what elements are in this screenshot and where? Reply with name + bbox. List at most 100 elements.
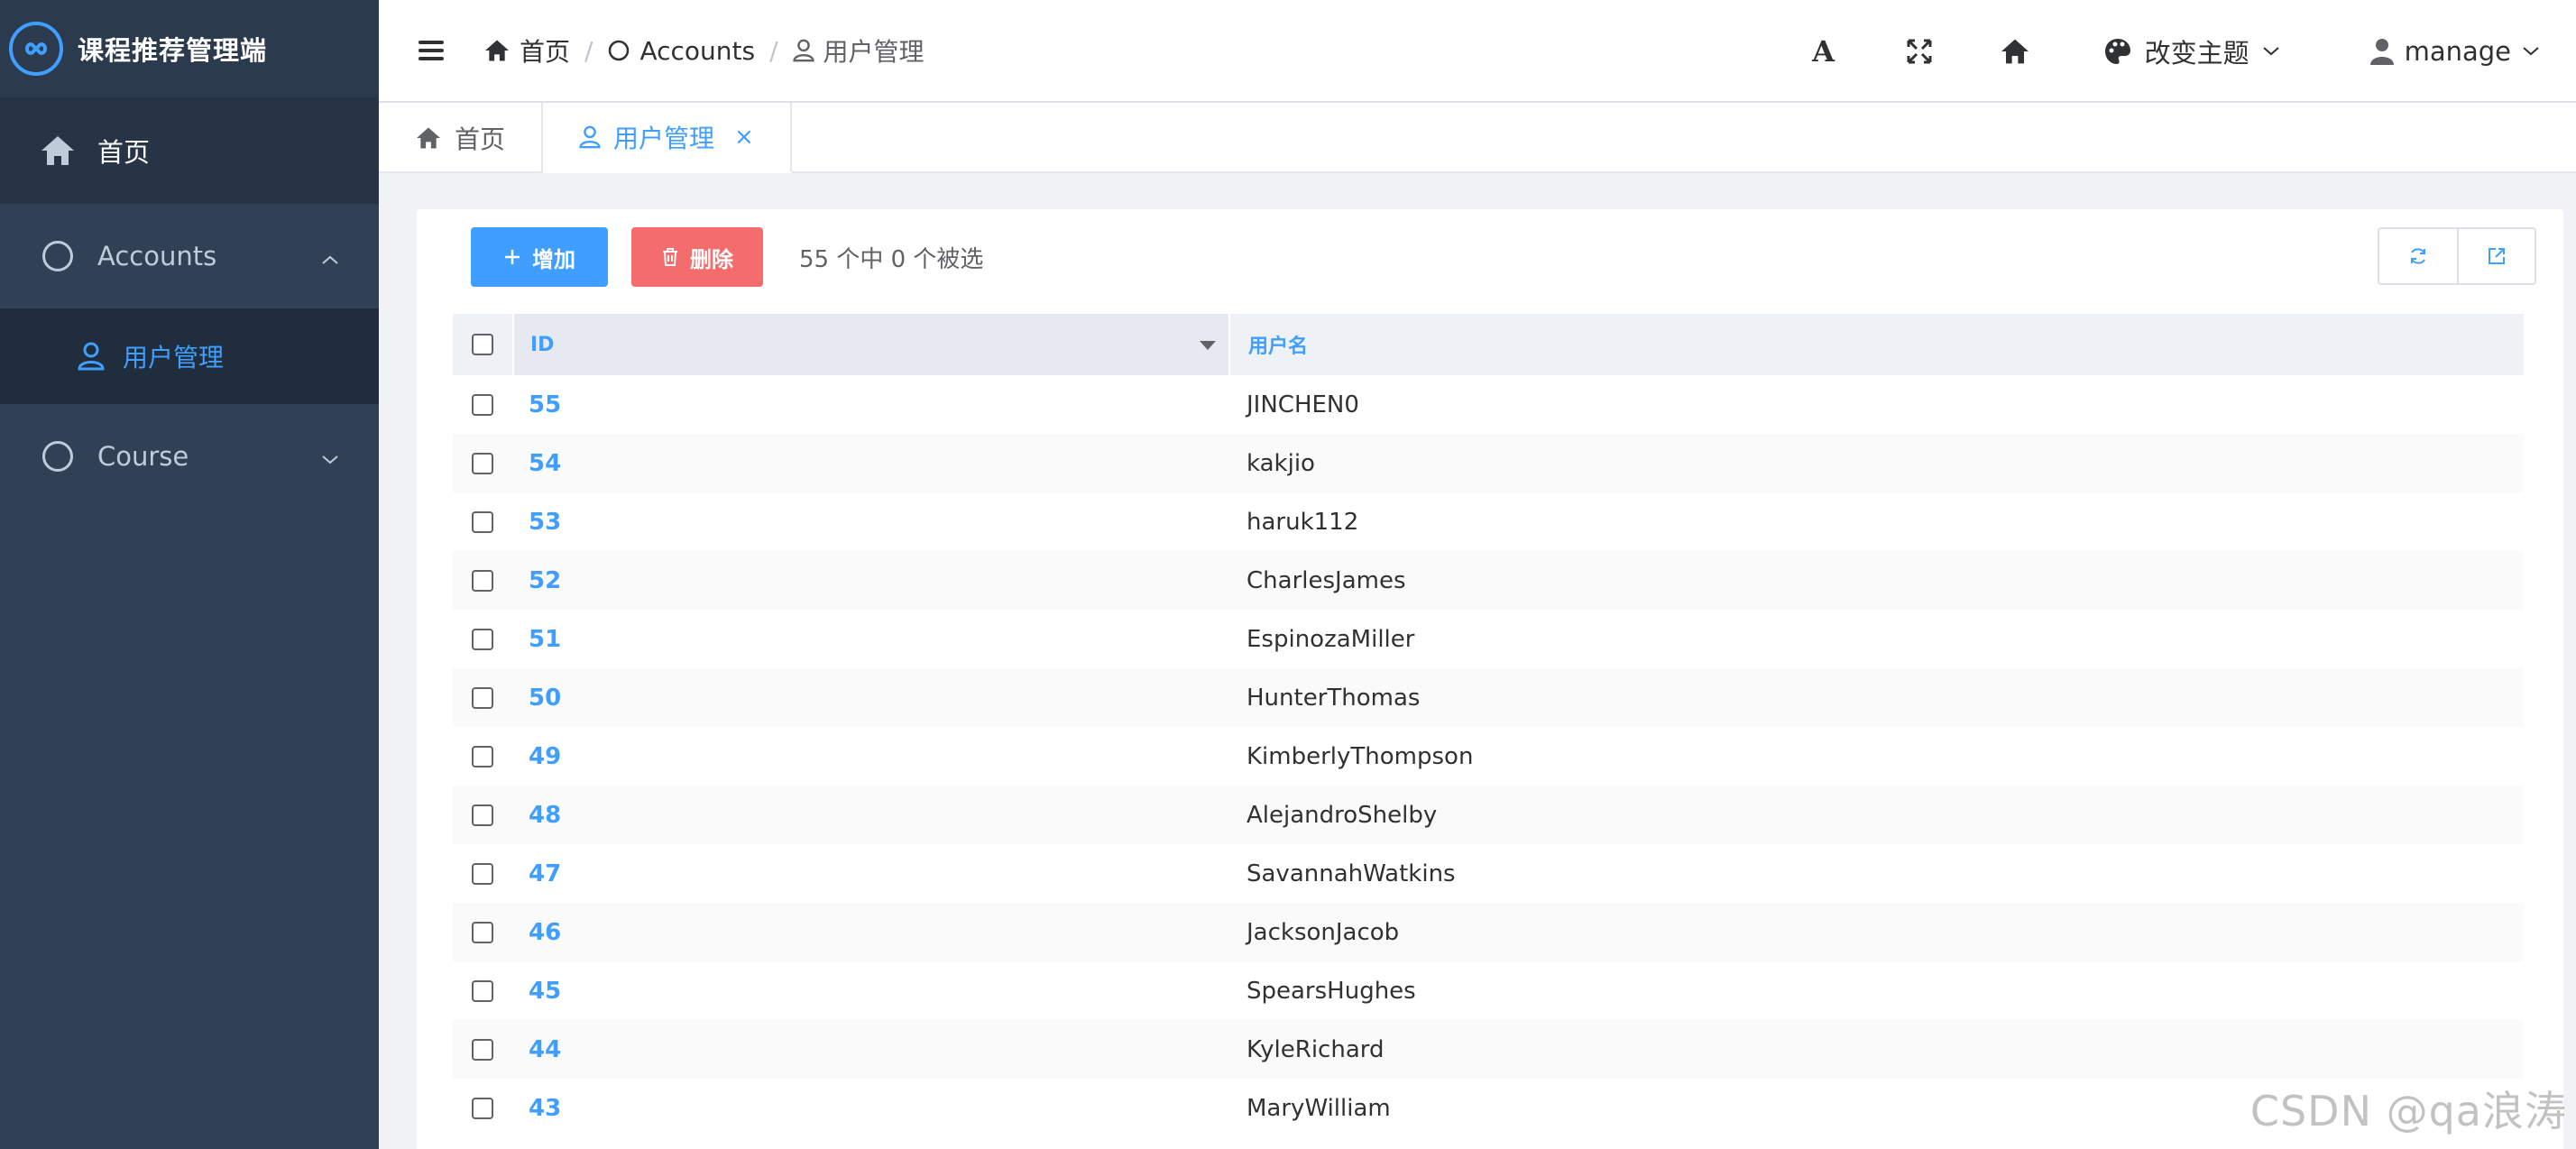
cell-username: haruk112 xyxy=(1247,508,1359,536)
sidebar-item-label: 用户管理 xyxy=(123,343,225,372)
cell-id[interactable]: 55 xyxy=(512,391,1230,418)
row-checkbox[interactable] xyxy=(453,921,512,943)
cell-id[interactable]: 46 xyxy=(512,919,1230,946)
column-header-username[interactable]: 用户名 xyxy=(1230,330,1308,359)
tab-home[interactable]: 首页 xyxy=(379,103,544,173)
sidebar-item-user-management[interactable]: 用户管理 xyxy=(0,308,379,404)
circle-icon xyxy=(40,238,76,274)
cell-id[interactable]: 50 xyxy=(512,685,1230,712)
home-icon xyxy=(485,40,509,61)
row-checkbox[interactable] xyxy=(453,1097,512,1119)
cell-username: MaryWilliam xyxy=(1247,1094,1391,1122)
cell-id[interactable]: 49 xyxy=(512,743,1230,770)
sidebar-item-home[interactable]: 首页 xyxy=(0,97,379,204)
sidebar-item-label: Accounts xyxy=(97,241,217,271)
cell-username: JacksonJacob xyxy=(1247,918,1400,946)
trash-icon xyxy=(663,248,677,266)
circle-icon xyxy=(40,438,76,474)
cell-id[interactable]: 52 xyxy=(512,567,1230,594)
cell-id[interactable]: 45 xyxy=(512,978,1230,1005)
row-checkbox[interactable] xyxy=(453,1038,512,1061)
table-row[interactable]: 45 SpearsHughes xyxy=(453,961,2524,1020)
refresh-button[interactable] xyxy=(2379,229,2457,283)
delete-button[interactable]: 删除 xyxy=(631,227,763,287)
table-row[interactable]: 51 EspinozaMiller xyxy=(453,610,2524,668)
tab-user-management[interactable]: 用户管理 × xyxy=(543,103,792,173)
theme-switch-dropdown[interactable]: 改变主题 xyxy=(2103,32,2280,70)
tab-label: 首页 xyxy=(455,124,506,154)
user-dropdown[interactable]: manage xyxy=(2369,36,2540,67)
cell-id[interactable]: 51 xyxy=(512,626,1230,653)
table-row[interactable]: 44 KyleRichard xyxy=(453,1020,2524,1079)
home-icon xyxy=(417,127,440,149)
table-row[interactable]: 53 haruk112 xyxy=(453,492,2524,551)
cell-username: EspinozaMiller xyxy=(1247,625,1415,653)
cell-id[interactable]: 48 xyxy=(512,802,1230,829)
chevron-down-icon xyxy=(2523,47,2539,56)
table-toolbar: 增加 删除 55 个中 0 个被选 xyxy=(471,227,2536,287)
row-checkbox[interactable] xyxy=(453,686,512,709)
sidebar-item-course[interactable]: Course xyxy=(0,404,379,509)
row-checkbox[interactable] xyxy=(453,393,512,416)
row-checkbox[interactable] xyxy=(453,862,512,885)
font-size-icon[interactable]: A xyxy=(1799,26,1849,77)
sort-desc-icon xyxy=(1200,341,1216,350)
home-icon[interactable] xyxy=(1990,26,2040,77)
cell-username: HunterThomas xyxy=(1247,684,1421,712)
table-row[interactable]: 48 AlejandroShelby xyxy=(453,786,2524,844)
column-header-id[interactable]: ID xyxy=(512,314,1230,375)
cell-id[interactable]: 54 xyxy=(512,450,1230,477)
row-checkbox[interactable] xyxy=(453,745,512,768)
selection-info: 55 个中 0 个被选 xyxy=(799,245,984,273)
content-card: 增加 删除 55 个中 0 个被选 ID 用户名 55 JINCHEN0 54 kak… xyxy=(417,209,2563,1149)
cell-username: CharlesJames xyxy=(1247,566,1406,594)
logo-area: 课程推荐管理端 xyxy=(0,0,379,97)
row-checkbox[interactable] xyxy=(453,804,512,826)
fullscreen-icon[interactable] xyxy=(1894,26,1945,77)
cell-id[interactable]: 44 xyxy=(512,1036,1230,1063)
sidebar-item-accounts[interactable]: Accounts xyxy=(0,204,379,308)
cell-id[interactable]: 43 xyxy=(512,1095,1230,1122)
breadcrumb-accounts[interactable]: Accounts xyxy=(607,36,755,66)
table-row[interactable]: 49 KimberlyThompson xyxy=(453,727,2524,786)
add-button[interactable]: 增加 xyxy=(471,227,608,287)
header-actions: A 改变主题 manage xyxy=(1799,0,2576,103)
user-icon xyxy=(2369,39,2394,65)
chevron-up-icon xyxy=(321,241,339,271)
users-table: ID 用户名 55 JINCHEN0 54 kakjio 53 haruk112 52 Cha… xyxy=(453,314,2524,1137)
close-icon[interactable]: × xyxy=(734,124,754,151)
chevron-down-icon xyxy=(2262,47,2279,56)
theme-label: 改变主题 xyxy=(2144,38,2249,69)
export-button[interactable] xyxy=(2457,229,2535,283)
table-row[interactable]: 47 SavannahWatkins xyxy=(453,844,2524,903)
table-row[interactable]: 55 JINCHEN0 xyxy=(453,375,2524,434)
row-checkbox[interactable] xyxy=(453,979,512,1002)
select-all-checkbox[interactable] xyxy=(453,334,512,355)
cell-username: KimberlyThompson xyxy=(1247,742,1474,770)
infinity-logo-icon xyxy=(9,22,63,76)
breadcrumb-separator: / xyxy=(584,35,593,66)
cell-id[interactable]: 47 xyxy=(512,860,1230,887)
row-checkbox[interactable] xyxy=(453,510,512,533)
breadcrumb: 首页 / Accounts / 用户管理 xyxy=(483,32,925,69)
table-row[interactable]: 54 kakjio xyxy=(453,434,2524,492)
sidebar-item-label: Course xyxy=(97,441,189,472)
app-title: 课程推荐管理端 xyxy=(78,35,268,66)
breadcrumb-home[interactable]: 首页 xyxy=(483,32,570,69)
row-checkbox[interactable] xyxy=(453,452,512,474)
cell-username: AlejandroShelby xyxy=(1247,801,1438,829)
table-row[interactable]: 52 CharlesJames xyxy=(453,551,2524,610)
chevron-down-icon xyxy=(321,441,339,472)
refresh-icon xyxy=(2411,248,2425,264)
tabs-bar: 首页 用户管理 × xyxy=(379,103,2576,173)
row-checkbox[interactable] xyxy=(453,628,512,650)
hamburger-menu-icon[interactable] xyxy=(419,41,444,60)
palette-icon xyxy=(2104,39,2130,64)
table-row[interactable]: 50 HunterThomas xyxy=(453,668,2524,727)
home-icon xyxy=(40,133,76,169)
table-row[interactable]: 43 MaryWilliam xyxy=(453,1079,2524,1137)
table-body: 55 JINCHEN0 54 kakjio 53 haruk112 52 CharlesJam… xyxy=(453,375,2524,1137)
row-checkbox[interactable] xyxy=(453,569,512,592)
cell-id[interactable]: 53 xyxy=(512,509,1230,536)
table-row[interactable]: 46 JacksonJacob xyxy=(453,903,2524,961)
